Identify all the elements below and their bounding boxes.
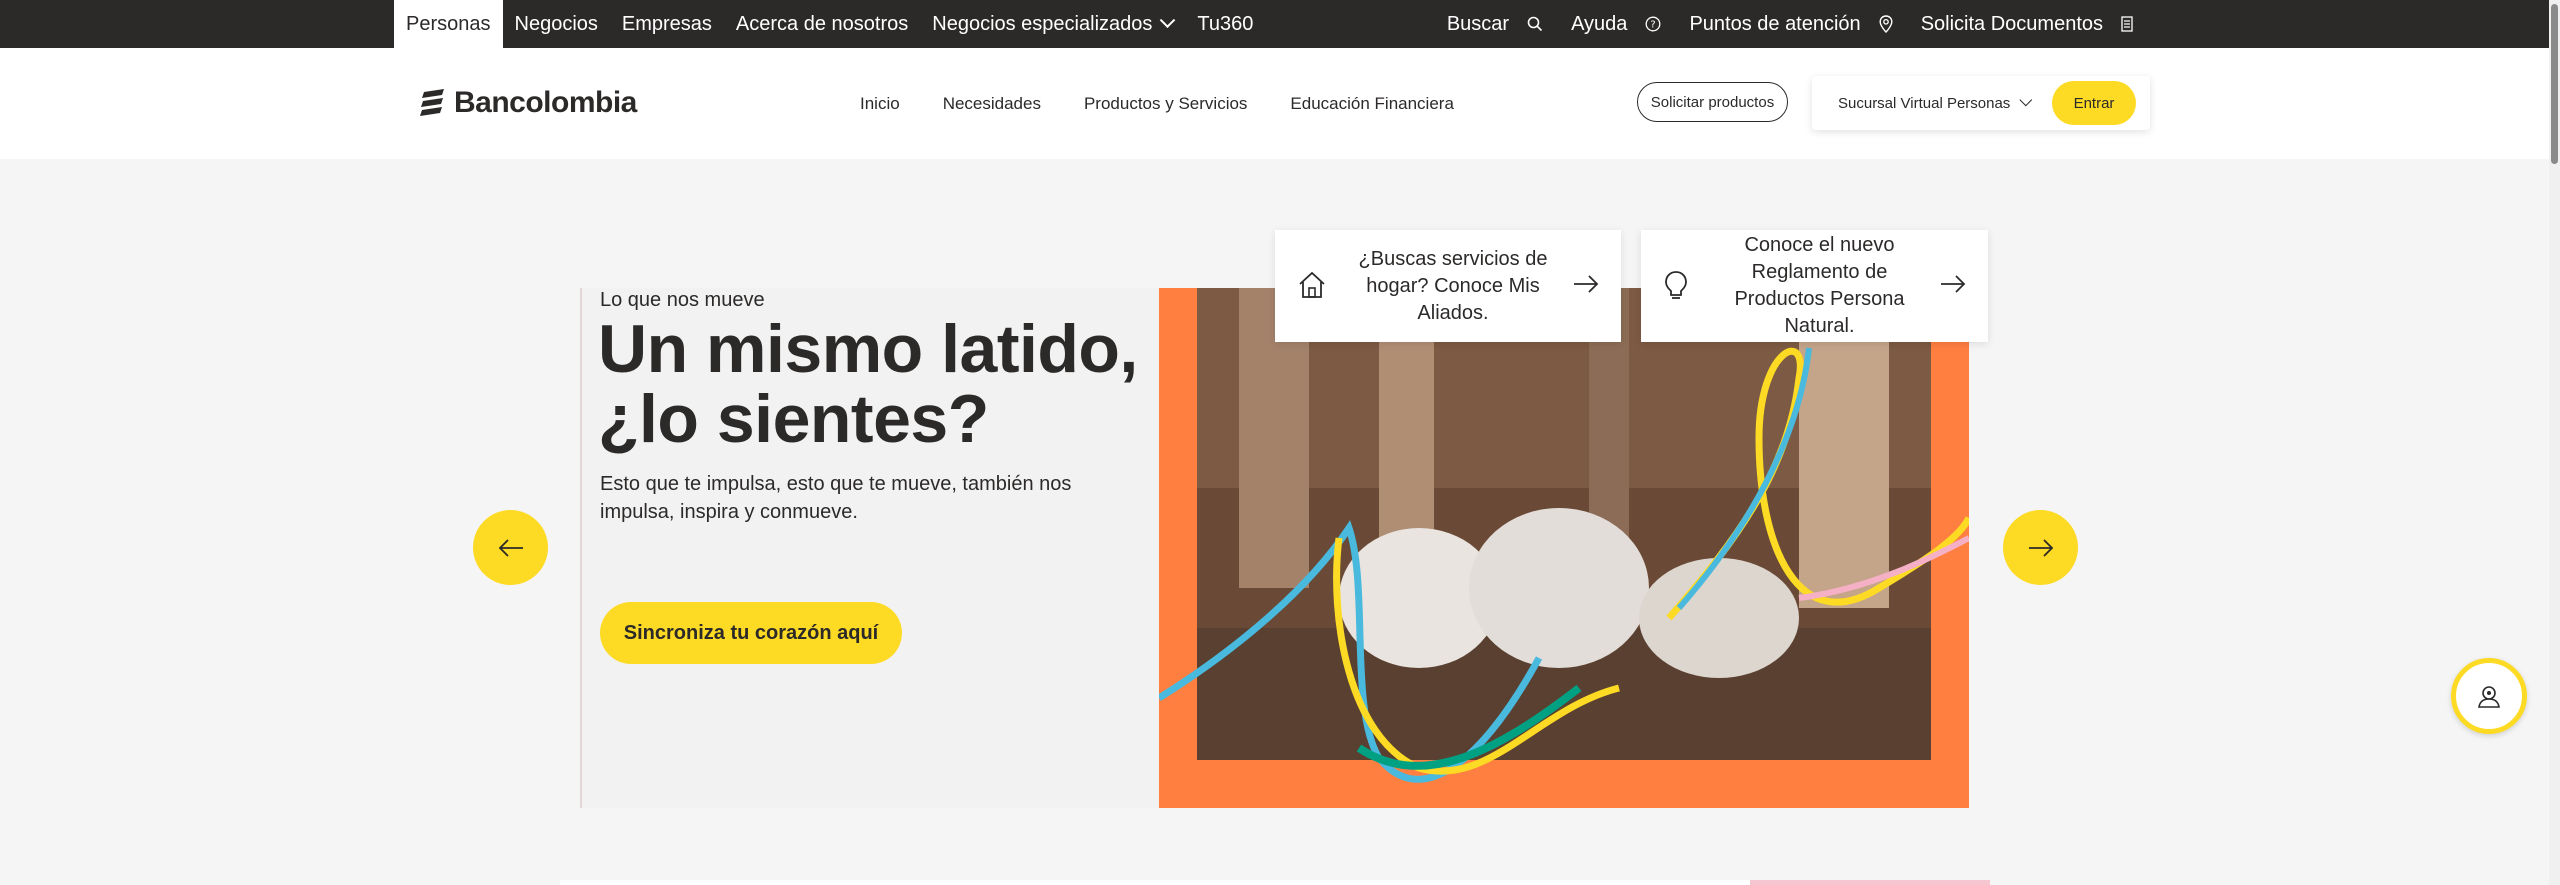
sucursal-virtual-box: Sucursal Virtual Personas Entrar [1812, 76, 2150, 130]
next-section-accent [1750, 880, 1990, 885]
segment-tabs: Personas Negocios Empresas Acerca de nos… [394, 0, 1265, 48]
assistant-icon [2478, 686, 2500, 708]
help-label: Ayuda [1571, 12, 1628, 35]
search-label: Buscar [1446, 12, 1510, 35]
document-icon [2121, 16, 2133, 32]
location-pin-icon [1879, 15, 1893, 33]
carousel-prev-button[interactable] [473, 510, 548, 585]
tab-label: Empresas [621, 12, 712, 35]
help-link[interactable]: Ayuda ? [1571, 13, 1661, 36]
home-icon [1297, 270, 1327, 305]
scrollbar-thumb[interactable] [2551, 4, 2558, 164]
points-link[interactable]: Puntos de atención [1689, 12, 1893, 36]
chevron-down-icon [2019, 93, 2033, 106]
card-text: Conoce el nuevo Reglamento de Productos … [1734, 234, 1905, 337]
question-icon: ? [1645, 16, 1661, 32]
sucursal-virtual-dropdown[interactable]: Sucursal Virtual Personas [1838, 76, 2033, 130]
arrow-left-icon [498, 538, 523, 557]
card-reglamento[interactable]: Conoce el nuevo Reglamento de Productos … [1641, 230, 1988, 342]
logo-text: Bancolombia [454, 86, 637, 119]
nav-educacion-financiera[interactable]: Educación Financiera [1290, 94, 1453, 114]
arrow-right-icon [1573, 274, 1599, 299]
tab-label: Acerca de nosotros [735, 12, 909, 35]
arrow-right-icon [2028, 538, 2053, 557]
tab-personas[interactable]: Personas [394, 0, 503, 48]
nav-inicio[interactable]: Inicio [860, 94, 900, 114]
entrar-button[interactable]: Entrar [2052, 81, 2136, 125]
hero-image [1159, 288, 1969, 808]
hero-illustration [1159, 288, 1969, 783]
svg-text:?: ? [1651, 20, 1656, 31]
chevron-down-icon [1160, 11, 1176, 28]
solicitar-productos-button[interactable]: Solicitar productos [1637, 82, 1788, 122]
tab-negocios-especializados[interactable]: Negocios especializados [920, 0, 1185, 48]
lightbulb-icon [1663, 270, 1689, 307]
card-text: ¿Buscas servicios de hogar? Conoce Mis A… [1358, 247, 1548, 324]
tab-label: Negocios [514, 12, 598, 35]
sucursal-virtual-label: Sucursal Virtual Personas [1838, 94, 2011, 112]
tab-acerca[interactable]: Acerca de nosotros [724, 0, 920, 48]
top-utility-bar: Personas Negocios Empresas Acerca de nos… [0, 0, 2549, 48]
docs-link[interactable]: Solicita Documentos [1921, 13, 2133, 36]
hero-title: Un mismo latido, ¿lo sientes? [598, 314, 1158, 454]
card-mis-aliados[interactable]: ¿Buscas servicios de hogar? Conoce Mis A… [1275, 230, 1621, 342]
bancolombia-logo[interactable]: Bancolombia [420, 86, 637, 120]
sincroniza-cta-button[interactable]: Sincroniza tu corazón aquí [600, 602, 902, 664]
nav-necesidades[interactable]: Necesidades [943, 94, 1041, 114]
tab-tu360[interactable]: Tu360 [1185, 0, 1265, 48]
floating-assistant-button[interactable] [2451, 658, 2527, 734]
tab-negocios[interactable]: Negocios [503, 0, 610, 48]
search-icon [1527, 16, 1543, 32]
carousel-next-button[interactable] [2003, 510, 2078, 585]
hero-title-line-1: Un mismo latido, [598, 311, 1138, 387]
tab-label: Personas [406, 12, 491, 35]
arrow-right-icon [1940, 274, 1966, 299]
hero-description: Esto que te impulsa, esto que te mueve, … [600, 473, 1072, 523]
docs-label: Solicita Documentos [1920, 12, 2103, 35]
points-label: Puntos de atención [1689, 12, 1861, 35]
tab-label: Negocios especializados [932, 12, 1153, 35]
main-nav: Inicio Necesidades Productos y Servicios… [860, 48, 1497, 159]
nav-productos-servicios[interactable]: Productos y Servicios [1084, 94, 1247, 114]
tab-label: Tu360 [1197, 12, 1254, 35]
tab-empresas[interactable]: Empresas [610, 0, 724, 48]
hero-eyebrow: Lo que nos mueve [600, 289, 765, 311]
hero-title-line-2: ¿lo sientes? [598, 381, 989, 457]
utility-links: Buscar Ayuda ? Puntos de atención Solici… [1419, 0, 2133, 48]
search-link[interactable]: Buscar [1447, 13, 1543, 36]
main-header: Bancolombia Inicio Necesidades Productos… [0, 48, 2549, 159]
bancolombia-logo-mark [420, 89, 444, 116]
